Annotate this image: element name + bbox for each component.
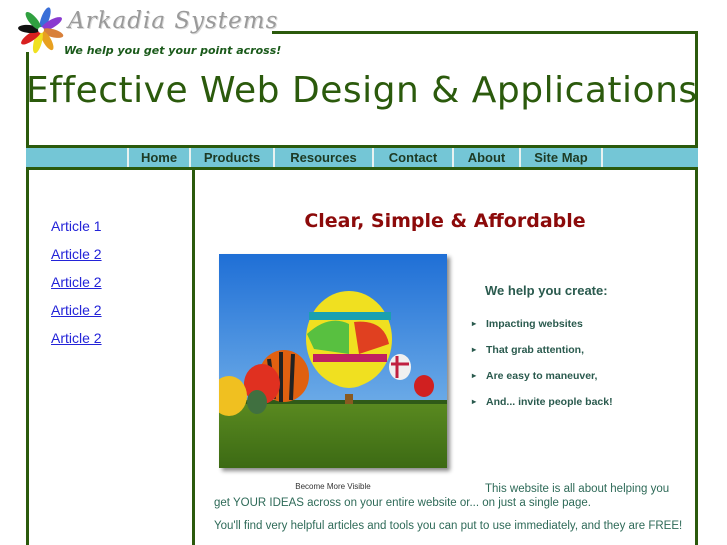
help-list: ▸ Impacting websites ▸ That grab attention… [472, 318, 613, 422]
page-headline: Effective Web Design & Applications [26, 70, 698, 111]
sidebar-divider [192, 164, 195, 545]
main-nav: Home Products Resources Contact About Si… [26, 145, 698, 170]
sidebar-article-link[interactable]: Article 2 [51, 330, 181, 347]
sidebar-article-link[interactable]: Article 2 [51, 274, 181, 291]
nav-contact[interactable]: Contact [372, 148, 452, 167]
sidebar-article-link[interactable]: Article 2 [51, 302, 181, 319]
bullet-icon: ▸ [472, 371, 477, 380]
intro-text-line-1: This website is all about helping you [485, 483, 670, 495]
main-tagline: Clear, Simple & Affordable [304, 210, 586, 232]
nav-products[interactable]: Products [189, 148, 273, 167]
intro-text-line-3: You'll find very helpful articles and to… [214, 520, 683, 532]
list-item-text: And... invite people back! [486, 396, 613, 408]
list-item: ▸ Impacting websites [472, 318, 613, 344]
balloons-photo [219, 254, 447, 468]
logo-name: Arkadia Systems [68, 8, 279, 34]
bullet-icon: ▸ [472, 319, 477, 328]
intro-text-line-2: get YOUR IDEAS across on your entire web… [214, 497, 591, 509]
frame-left-border [26, 52, 29, 545]
list-item-text: That grab attention, [486, 344, 584, 356]
list-item: ▸ Are easy to maneuver, [472, 370, 613, 396]
nav-resources[interactable]: Resources [273, 148, 372, 167]
photo-caption: Become More Visible [295, 482, 371, 491]
help-title: We help you create: [485, 283, 608, 298]
logo[interactable]: Arkadia Systems We help you get your poi… [18, 4, 282, 60]
list-item-text: Impacting websites [486, 318, 583, 330]
list-item: ▸ That grab attention, [472, 344, 613, 370]
logo-tagline: We help you get your point across! [64, 44, 282, 57]
nav-site-map[interactable]: Site Map [519, 148, 603, 167]
bullet-icon: ▸ [472, 345, 477, 354]
frame-top-border [272, 31, 698, 34]
list-item-text: Are easy to maneuver, [486, 370, 598, 382]
flower-logo-icon [18, 7, 64, 54]
hot-air-balloons-image [219, 254, 447, 468]
sidebar-article-link[interactable]: Article 2 [51, 246, 181, 263]
bullet-icon: ▸ [472, 397, 477, 406]
nav-home[interactable]: Home [127, 148, 189, 167]
sidebar: Article 1 Article 2 Article 2 Article 2 … [51, 218, 181, 358]
nav-about[interactable]: About [452, 148, 519, 167]
list-item: ▸ And... invite people back! [472, 396, 613, 422]
sidebar-article-link[interactable]: Article 1 [51, 218, 181, 235]
